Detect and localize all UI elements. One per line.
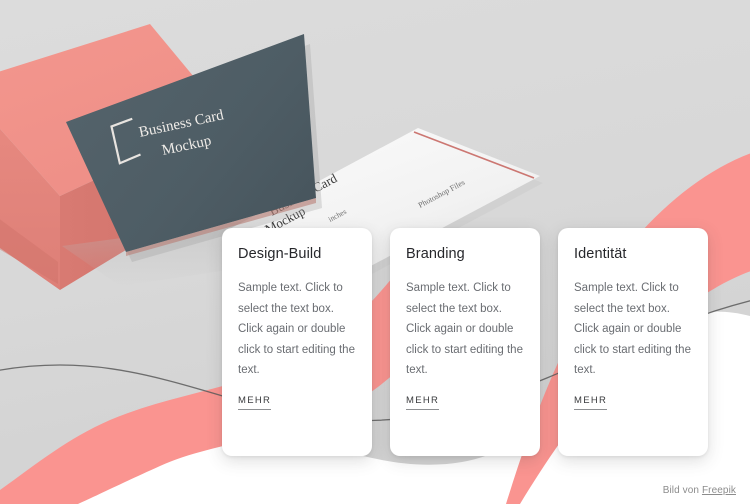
- credit-prefix-text: Bild von: [662, 485, 702, 496]
- feature-card-design-build[interactable]: Design-Build Sample text. Click to selec…: [222, 228, 372, 456]
- card-title: Branding: [406, 246, 465, 262]
- card-body-text: Sample text. Click to select the text bo…: [574, 282, 691, 377]
- card-more-link[interactable]: MEHR: [406, 395, 440, 410]
- card-body-text: Sample text. Click to select the text bo…: [406, 282, 523, 377]
- feature-card-branding[interactable]: Branding Sample text. Click to select th…: [390, 228, 540, 456]
- card-more-link[interactable]: MEHR: [574, 395, 608, 410]
- freepik-credit-link[interactable]: Freepik: [702, 485, 736, 496]
- card-body-text: Sample text. Click to select the text bo…: [238, 282, 355, 377]
- feature-card-identitaet[interactable]: Identität Sample text. Click to select t…: [558, 228, 708, 456]
- card-more-link[interactable]: MEHR: [238, 395, 272, 410]
- image-credit: Bild von Freepik: [663, 485, 736, 496]
- feature-card-list: Design-Build Sample text. Click to selec…: [222, 228, 709, 456]
- card-title: Design-Build: [238, 246, 322, 262]
- card-title: Identität: [574, 246, 627, 262]
- page-root: Business Card Mockup inches Photoshop Fi…: [0, 0, 750, 504]
